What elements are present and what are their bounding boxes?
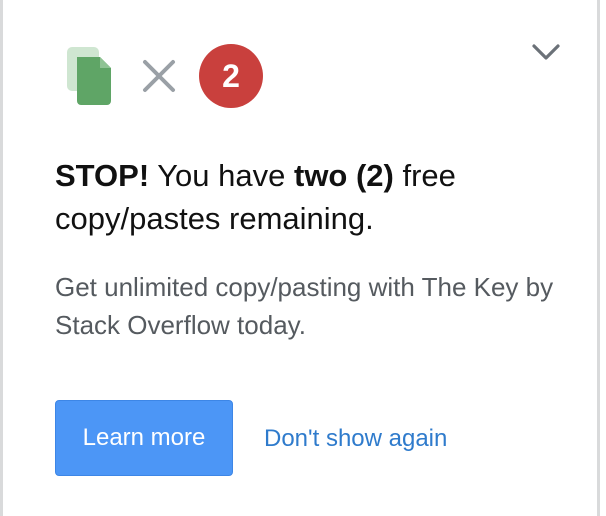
remaining-count-badge: 2: [199, 44, 263, 108]
copy-limit-card: 2 STOP! You have two (2) free copy/paste…: [0, 0, 600, 516]
dont-show-again-link[interactable]: Don't show again: [264, 424, 447, 454]
headline-text-before: You have: [149, 158, 294, 193]
times-icon: [141, 58, 177, 94]
headline: STOP! You have two (2) free copy/pastes …: [55, 154, 555, 240]
copy-icon: [65, 45, 115, 107]
learn-more-button[interactable]: Learn more: [55, 400, 233, 476]
chevron-down-icon: [531, 43, 561, 66]
stop-label: STOP!: [55, 158, 150, 193]
promo-text: Get unlimited copy/pasting with The Key …: [55, 272, 554, 340]
header-row: 2: [65, 44, 263, 108]
headline-count: two (2): [294, 158, 394, 193]
collapse-button[interactable]: [529, 40, 563, 68]
